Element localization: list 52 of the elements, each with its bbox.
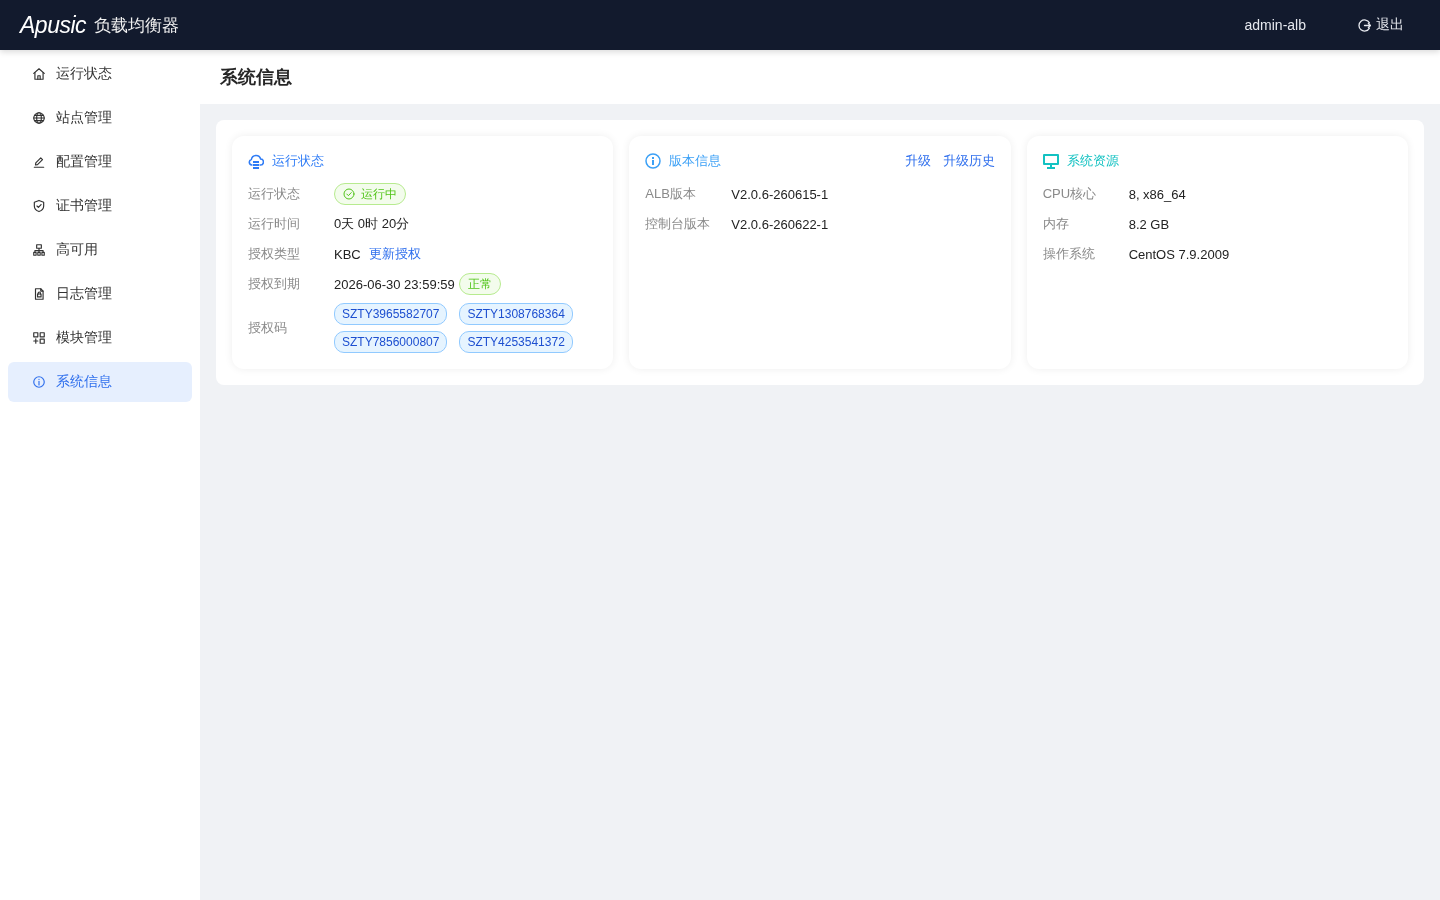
grid-icon — [32, 331, 46, 345]
page-title: 系统信息 — [220, 66, 292, 89]
home-icon — [32, 67, 46, 81]
logo-text: Apusic — [20, 11, 87, 39]
card-title: 版本信息 — [669, 152, 722, 170]
field-label: 内存 — [1042, 215, 1070, 233]
sidebar-item[interactable]: 日志管理 — [8, 274, 192, 314]
license-code-tag: SZTY4253541372 — [459, 331, 573, 353]
field-value: 2026-06-30 23:59:59 — [334, 276, 455, 292]
logout-icon — [1358, 18, 1371, 32]
field-value: CentOS 7.9.2009 — [1128, 246, 1230, 262]
field-label: CPU核心 — [1042, 185, 1098, 203]
field-label: 操作系统 — [1042, 245, 1096, 263]
sidebar-item[interactable]: 站点管理 — [8, 98, 192, 138]
pen-icon — [32, 155, 46, 169]
badge-label: 运行中 — [361, 185, 397, 203]
field-value: V2.0.6-260615-1 — [731, 186, 829, 202]
inline-link[interactable]: 更新授权 — [368, 245, 421, 263]
field-value: 0天 0时 20分 — [334, 215, 410, 233]
license-code-tag: SZTY7856000807 — [334, 331, 448, 353]
field-value: KBC — [334, 246, 361, 262]
field-value: V2.0.6-260622-1 — [731, 216, 829, 232]
document-icon — [32, 287, 46, 301]
sidebar-item[interactable]: 配置管理 — [8, 142, 192, 182]
card-title: 系统资源 — [1066, 152, 1119, 170]
status-badge: 正常 — [458, 273, 501, 295]
card-title: 运行状态 — [272, 152, 324, 170]
license-code-tag: SZTY3965582707 — [334, 303, 448, 325]
field-label: 授权到期 — [248, 275, 301, 293]
network-icon — [32, 243, 46, 257]
product-name: 负载均衡器 — [94, 14, 180, 37]
logout-link[interactable]: 退出 — [1358, 16, 1404, 34]
field-label: 授权类型 — [248, 245, 301, 263]
sidebar-item[interactable]: 模块管理 — [8, 318, 192, 358]
sidebar-item[interactable]: 高可用 — [8, 230, 192, 270]
user-name: admin-alb — [1244, 17, 1306, 33]
globe-icon — [32, 111, 46, 125]
shield-check-icon — [32, 199, 46, 213]
sidebar-item[interactable]: 运行状态 — [8, 54, 192, 94]
field-value: 8.2 GB — [1128, 216, 1170, 232]
field-label: 运行时间 — [248, 215, 301, 233]
sidebar-item[interactable]: 证书管理 — [8, 186, 192, 226]
action-link[interactable]: 升级历史 — [942, 152, 995, 170]
field-label: ALB版本 — [645, 185, 697, 203]
action-link[interactable]: 升级 — [904, 152, 931, 170]
field-value: 8, x86_64 — [1128, 186, 1186, 202]
license-code-tag: SZTY1308768364 — [459, 303, 573, 325]
sidebar-item[interactable]: 系统信息 — [8, 362, 192, 402]
field-label: 授权码 — [248, 319, 288, 337]
field-label: 运行状态 — [248, 185, 301, 203]
info-icon — [32, 375, 46, 389]
field-label: 控制台版本 — [645, 215, 712, 233]
